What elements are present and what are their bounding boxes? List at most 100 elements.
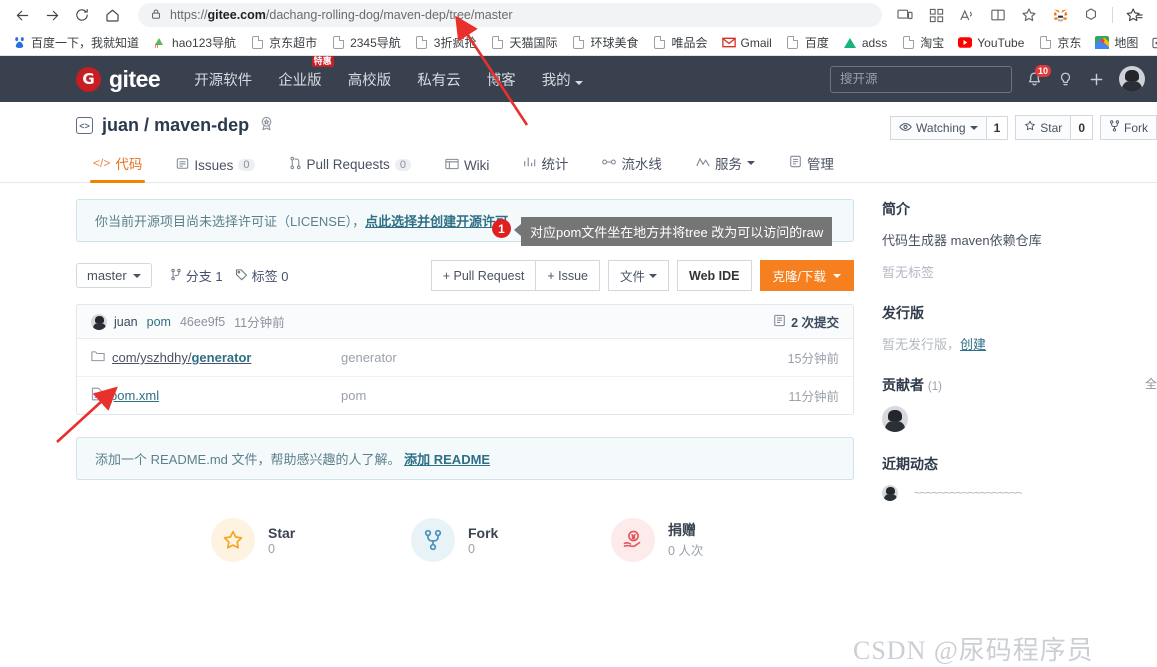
avatar[interactable] — [91, 313, 107, 330]
bookmark-item[interactable] — [1146, 34, 1157, 52]
gitee-logo[interactable]: G gitee — [76, 66, 161, 93]
bookmark-item[interactable]: 京东超市 — [244, 32, 323, 53]
tab-代码[interactable]: </> 代码 — [76, 153, 159, 183]
bookmark-item[interactable]: 环球美食 — [565, 32, 644, 53]
watch-button[interactable]: Watching — [890, 115, 987, 140]
tab-issues[interactable]: Issues 0 — [159, 157, 271, 182]
gitee-nav-item[interactable]: 高校版 — [348, 69, 392, 90]
reload-icon[interactable] — [68, 2, 96, 28]
favorite-star-icon[interactable] — [1014, 2, 1044, 28]
gitee-nav-item[interactable]: 我的 — [542, 69, 583, 90]
tab-流水线[interactable]: 流水线 — [585, 153, 679, 182]
star-group: Star 0 — [1015, 115, 1093, 140]
bookmark-label: 天猫国际 — [509, 36, 558, 50]
lightbulb-icon[interactable] — [1057, 71, 1074, 88]
commits-icon — [773, 314, 786, 330]
commit-message[interactable]: pom — [147, 315, 171, 329]
bookmark-item[interactable]: YouTube — [952, 34, 1030, 52]
bookmark-item[interactable]: 淘宝 — [895, 32, 950, 53]
bookmark-item[interactable]: 3折疯抢 — [409, 32, 483, 53]
tab-服务[interactable]: 服务 — [679, 153, 772, 182]
star-icon — [1024, 120, 1036, 135]
file-name-cell: pom.xml — [91, 387, 341, 404]
gitee-nav-item[interactable]: 开源软件 — [194, 69, 252, 90]
bell-icon[interactable]: 10 — [1026, 64, 1052, 88]
collections-icon[interactable] — [921, 2, 951, 28]
bookmark-label: Gmail — [740, 35, 772, 50]
tab-label: 管理 — [806, 157, 834, 172]
repo-owner[interactable]: juan — [102, 115, 139, 135]
branch-count-link[interactable]: 分支 1 — [170, 266, 223, 285]
chevron-down-icon — [746, 161, 755, 165]
stat-fork[interactable]: Fork 0 — [411, 518, 611, 562]
gitee-nav-item[interactable]: 企业版 特惠 — [278, 55, 334, 90]
chevron-down-icon — [132, 273, 141, 278]
tab-wiki[interactable]: Wiki — [428, 158, 507, 182]
search-input[interactable]: 搜开源 — [830, 65, 1012, 93]
bookmark-item[interactable]: h hao123导航 — [147, 32, 242, 53]
clone-download-button[interactable]: 克隆/下载 — [759, 260, 854, 291]
sidebar-create-release-link[interactable]: 创建 — [960, 337, 986, 352]
gitee-nav-item[interactable]: 博客 — [487, 69, 516, 90]
bookmark-item[interactable]: 2345导航 — [325, 32, 407, 53]
tag-count-link[interactable]: 标签 0 — [235, 266, 288, 285]
gitee-nav-item[interactable]: 私有云 — [417, 69, 461, 90]
branch-icon — [170, 268, 182, 284]
bookmark-label: 3折疯抢 — [433, 36, 477, 50]
new-pull-request-button[interactable]: + Pull Request — [430, 260, 537, 291]
stat-捐赠[interactable]: 捐赠 0 人次 — [611, 518, 811, 562]
bookmark-item[interactable]: adss — [837, 34, 893, 52]
stat-star[interactable]: Star 0 — [211, 518, 411, 562]
files-menu-button[interactable]: 文件 — [608, 260, 670, 291]
tab-管理[interactable]: 管理 — [772, 153, 851, 182]
license-notice-link[interactable]: 点此选择并创建开源许可 — [365, 214, 508, 229]
address-bar[interactable]: https://gitee.com/dachang-rolling-dog/ma… — [138, 3, 882, 27]
sidebar-no-release-text: 暂无发行版， — [882, 337, 961, 352]
bookmark-item[interactable]: 百度 — [780, 32, 835, 53]
bookmark-item[interactable]: 京东 — [1032, 32, 1087, 53]
back-arrow-icon[interactable] — [8, 2, 36, 28]
bookmark-item[interactable]: 天猫国际 — [484, 32, 563, 53]
star-button[interactable]: Star — [1015, 115, 1072, 140]
fork-button[interactable]: Fork — [1100, 115, 1157, 140]
user-avatar[interactable] — [1119, 66, 1145, 92]
file-name-link[interactable]: pom.xml — [110, 388, 159, 403]
manage-icon — [789, 155, 802, 171]
avatar[interactable] — [882, 485, 898, 501]
fork-icon — [1109, 120, 1120, 135]
extension-puzzle-icon[interactable] — [1076, 2, 1106, 28]
metamask-extension-icon[interactable] — [1045, 2, 1075, 28]
commit-sha[interactable]: 46ee9f5 — [180, 315, 225, 329]
file-name-link[interactable]: com/yszhdhy/generator — [112, 350, 251, 365]
forward-arrow-icon[interactable] — [38, 2, 66, 28]
file-row[interactable]: pom.xml pom 11分钟前 — [77, 377, 853, 414]
web-ide-button[interactable]: Web IDE — [677, 260, 752, 291]
plus-icon[interactable] — [1088, 71, 1105, 88]
file-row[interactable]: com/yszhdhy/generator generator 15分钟前 — [77, 339, 853, 377]
branch-selector[interactable]: master — [76, 263, 152, 288]
tab-label: Issues — [194, 157, 234, 173]
bookmark-label: hao123导航 — [172, 36, 237, 50]
bookmark-item[interactable]: 地图 — [1089, 32, 1144, 53]
commit-author[interactable]: juan — [114, 315, 138, 329]
readme-notice-link[interactable]: 添加 README — [404, 452, 490, 467]
read-aloud-icon[interactable] — [952, 2, 982, 28]
star-count[interactable]: 0 — [1071, 115, 1093, 140]
new-issue-button[interactable]: + Issue — [536, 260, 601, 291]
repo-name-text[interactable]: maven-dep — [154, 115, 249, 135]
repository-full-name[interactable]: juan / maven-dep — [102, 115, 249, 136]
watch-count[interactable]: 1 — [986, 115, 1009, 140]
contributor-avatar[interactable] — [882, 406, 908, 432]
home-icon[interactable] — [98, 2, 126, 28]
annotation-tooltip-1: 对应pom文件坐在地方并将tree 改为可以访问的raw — [513, 217, 833, 246]
reading-view-icon[interactable] — [983, 2, 1013, 28]
bookmark-item[interactable]: Gmail — [716, 34, 778, 52]
bookmark-item[interactable]: 唯品会 — [647, 32, 714, 53]
sidebar-contributor-all-link[interactable]: 全 — [1145, 375, 1157, 392]
bookmark-item[interactable]: 百度一下，我就知道 — [6, 32, 145, 53]
split-screen-icon[interactable] — [890, 2, 920, 28]
commit-count-link[interactable]: 2 次提交 — [773, 312, 839, 331]
favorites-list-icon[interactable] — [1119, 2, 1149, 28]
tab-pull-requests[interactable]: Pull Requests 0 — [272, 156, 428, 182]
tab-统计[interactable]: 统计 — [506, 153, 585, 182]
